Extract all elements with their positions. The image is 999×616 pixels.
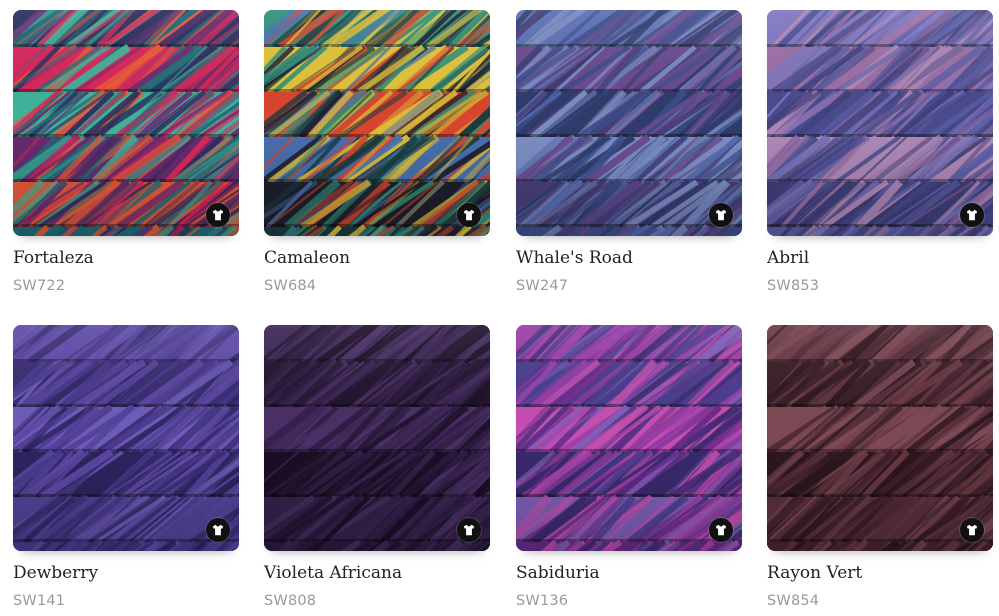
product-code: SW853 bbox=[767, 278, 820, 294]
product-card[interactable]: Rayon Vert SW854 bbox=[767, 325, 993, 610]
view-projects-button[interactable] bbox=[960, 518, 984, 542]
yarn-skein-image bbox=[13, 10, 239, 236]
yarn-skein-image bbox=[516, 325, 742, 551]
tshirt-icon bbox=[463, 524, 475, 536]
product-name[interactable]: Fortaleza bbox=[13, 247, 239, 269]
view-projects-button[interactable] bbox=[206, 203, 230, 227]
product-swatch[interactable] bbox=[13, 10, 239, 236]
product-swatch[interactable] bbox=[264, 10, 490, 236]
product-swatch[interactable] bbox=[516, 10, 742, 236]
product-card[interactable]: Camaleon SW684 bbox=[264, 10, 490, 295]
product-code: SW722 bbox=[13, 278, 66, 294]
product-swatch[interactable] bbox=[13, 325, 239, 551]
product-name[interactable]: Whale's Road bbox=[516, 247, 742, 269]
yarn-skein-image bbox=[264, 10, 490, 236]
product-name[interactable]: Camaleon bbox=[264, 247, 490, 269]
tshirt-icon bbox=[212, 524, 224, 536]
product-swatch[interactable] bbox=[264, 325, 490, 551]
product-name[interactable]: Sabiduria bbox=[516, 562, 742, 584]
product-swatch[interactable] bbox=[767, 10, 993, 236]
product-name[interactable]: Dewberry bbox=[13, 562, 239, 584]
product-name[interactable]: Rayon Vert bbox=[767, 562, 993, 584]
yarn-skein-image bbox=[516, 10, 742, 236]
yarn-skein-image bbox=[13, 325, 239, 551]
yarn-skein-image bbox=[767, 10, 993, 236]
product-code: SW141 bbox=[13, 593, 66, 609]
view-projects-button[interactable] bbox=[457, 518, 481, 542]
view-projects-button[interactable] bbox=[709, 203, 733, 227]
product-name[interactable]: Violeta Africana bbox=[264, 562, 490, 584]
product-code: SW684 bbox=[264, 278, 317, 294]
tshirt-icon bbox=[966, 209, 978, 221]
product-card[interactable]: Dewberry SW141 bbox=[13, 325, 239, 610]
product-swatch[interactable] bbox=[516, 325, 742, 551]
product-name[interactable]: Abril bbox=[767, 247, 993, 269]
yarn-skein-image bbox=[767, 325, 993, 551]
yarn-color-grid: Fortaleza SW722 Camaleon SW684 Whale's Road S… bbox=[0, 0, 999, 616]
yarn-skein-image bbox=[264, 325, 490, 551]
view-projects-button[interactable] bbox=[709, 518, 733, 542]
tshirt-icon bbox=[966, 524, 978, 536]
view-projects-button[interactable] bbox=[960, 203, 984, 227]
product-code: SW247 bbox=[516, 278, 569, 294]
product-swatch[interactable] bbox=[767, 325, 993, 551]
product-code: SW808 bbox=[264, 593, 317, 609]
tshirt-icon bbox=[212, 209, 224, 221]
product-card[interactable]: Whale's Road SW247 bbox=[516, 10, 742, 295]
tshirt-icon bbox=[715, 209, 727, 221]
tshirt-icon bbox=[463, 209, 475, 221]
product-card[interactable]: Fortaleza SW722 bbox=[13, 10, 239, 295]
view-projects-button[interactable] bbox=[206, 518, 230, 542]
product-card[interactable]: Violeta Africana SW808 bbox=[264, 325, 490, 610]
view-projects-button[interactable] bbox=[457, 203, 481, 227]
product-card[interactable]: Abril SW853 bbox=[767, 10, 993, 295]
product-card[interactable]: Sabiduria SW136 bbox=[516, 325, 742, 610]
product-code: SW854 bbox=[767, 593, 820, 609]
product-code: SW136 bbox=[516, 593, 569, 609]
tshirt-icon bbox=[715, 524, 727, 536]
